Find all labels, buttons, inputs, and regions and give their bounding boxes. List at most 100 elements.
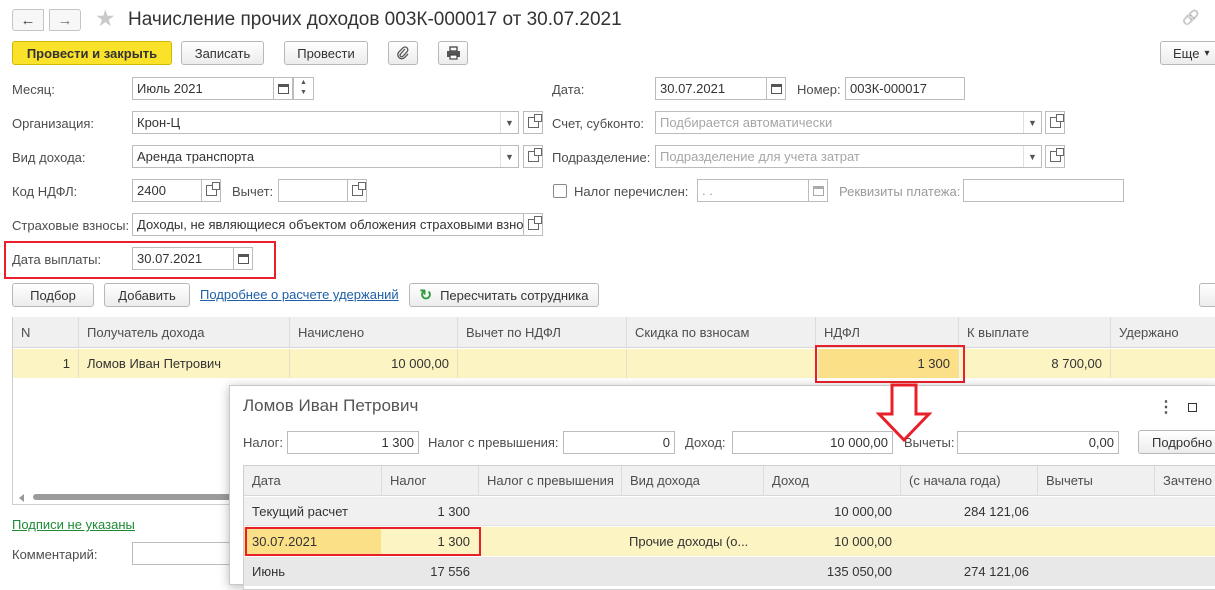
cell-date: Текущий расчет xyxy=(252,504,348,519)
payment-details-field[interactable] xyxy=(963,179,1124,202)
open-form-icon xyxy=(527,114,542,128)
printer-icon xyxy=(446,46,460,60)
organization-dropdown-icon[interactable]: ▼ xyxy=(500,112,518,133)
table-row[interactable]: Текущий расчет 1 300 10 000,00 284 121,0… xyxy=(244,497,1215,526)
tax-paid-checkbox[interactable] xyxy=(553,184,567,198)
popup-deductions-field[interactable]: 0,00 xyxy=(957,431,1119,454)
income-type-open-button[interactable] xyxy=(523,145,543,168)
table-row[interactable]: Июнь 17 556 135 050,00 274 121,06 xyxy=(244,557,1215,586)
scrollbar-left-arrow[interactable] xyxy=(19,494,24,502)
subdivision-open-button[interactable] xyxy=(1045,145,1065,168)
grid-header: N Получатель дохода Начислено Вычет по Н… xyxy=(13,317,1215,348)
popup-menu-icon[interactable]: ⋮ xyxy=(1158,397,1174,417)
insurance-open-button[interactable] xyxy=(523,213,543,236)
cell-excess xyxy=(478,527,621,556)
date-calendar-button[interactable] xyxy=(766,77,786,100)
insurance-label: Страховые взносы: xyxy=(12,218,130,233)
tax-paid-date-field[interactable]: . . xyxy=(697,179,809,202)
recalculate-label: Пересчитать сотрудника xyxy=(440,287,589,303)
post-and-close-button[interactable]: Провести и закрыть xyxy=(12,41,172,65)
popup-col-ytd[interactable]: (с начала года) xyxy=(900,466,1037,496)
right-edge-button[interactable] xyxy=(1199,283,1215,307)
month-stepper[interactable]: ▲ ▼ xyxy=(293,77,314,100)
popup-col-tax[interactable]: Налог xyxy=(381,466,478,496)
date-field[interactable]: 30.07.2021 xyxy=(655,77,767,100)
col-n[interactable]: N xyxy=(13,317,78,348)
income-type-field[interactable]: Аренда транспорта xyxy=(132,145,519,168)
account-dropdown-icon[interactable]: ▼ xyxy=(1023,112,1041,133)
down-arrow-annotation-icon xyxy=(876,383,932,443)
col-deduction[interactable]: Вычет по НДФЛ xyxy=(457,317,626,348)
popup-col-deductions[interactable]: Вычеты xyxy=(1037,466,1154,496)
popup-col-excess[interactable]: Налог с превышения xyxy=(478,466,621,496)
popup-col-date[interactable]: Дата xyxy=(244,466,381,496)
calendar-icon xyxy=(277,83,289,94)
signatures-link[interactable]: Подписи не указаны xyxy=(12,517,135,532)
col-ndfl[interactable]: НДФЛ xyxy=(815,317,958,348)
ndfl-code-label: Код НДФЛ: xyxy=(12,184,78,199)
popup-col-income[interactable]: Доход xyxy=(763,466,900,496)
cell-ytd xyxy=(900,527,1037,556)
subdivision-dropdown-icon[interactable]: ▼ xyxy=(1023,146,1041,167)
account-open-button[interactable] xyxy=(1045,111,1065,134)
calendar-icon xyxy=(770,83,782,94)
subdivision-field[interactable]: Подразделение для учета затрат xyxy=(655,145,1042,168)
tax-paid-calendar-button[interactable] xyxy=(808,179,828,202)
popup-excess-field[interactable]: 0 xyxy=(563,431,675,454)
deduction-open-button[interactable] xyxy=(347,179,367,202)
organization-field[interactable]: Крон-Ц xyxy=(132,111,519,134)
forward-button[interactable]: → xyxy=(49,9,81,31)
chevron-down-icon: ▾ xyxy=(1204,47,1210,59)
popup-income-field[interactable]: 10 000,00 xyxy=(732,431,893,454)
scrollbar-thumb[interactable] xyxy=(33,494,245,500)
insurance-field[interactable]: Доходы, не являющиеся объектом обложения… xyxy=(132,213,524,236)
refresh-icon: ↻ xyxy=(419,287,433,304)
cell-credited xyxy=(1154,497,1215,526)
attach-button[interactable] xyxy=(388,41,418,65)
favorite-star-icon[interactable]: ★ xyxy=(95,5,116,31)
comment-field[interactable] xyxy=(132,542,232,565)
ndfl-code-open-button[interactable] xyxy=(201,179,221,202)
deduction-field[interactable] xyxy=(278,179,348,202)
stepper-down-icon[interactable]: ▼ xyxy=(294,88,313,98)
account-field[interactable]: Подбирается автоматически xyxy=(655,111,1042,134)
col-accrued[interactable]: Начислено xyxy=(289,317,457,348)
post-button[interactable]: Провести xyxy=(284,41,368,65)
cell-kind xyxy=(621,497,763,526)
col-to-pay[interactable]: К выплате xyxy=(958,317,1110,348)
add-button[interactable]: Добавить xyxy=(104,283,190,307)
recalculate-button[interactable]: ↻ Пересчитать сотрудника xyxy=(409,283,599,307)
cell-excess xyxy=(478,497,621,526)
grid-scrollbar[interactable] xyxy=(13,490,245,504)
popup-tax-field[interactable]: 1 300 xyxy=(287,431,419,454)
col-discount[interactable]: Скидка по взносам xyxy=(626,317,815,348)
stepper-up-icon[interactable]: ▲ xyxy=(294,78,313,88)
popup-title: Ломов Иван Петрович xyxy=(243,396,419,415)
organization-open-button[interactable] xyxy=(523,111,543,134)
col-withheld[interactable]: Удержано xyxy=(1110,317,1215,348)
popup-maximize-icon[interactable] xyxy=(1188,403,1197,412)
deduction-label: Вычет: xyxy=(232,184,274,199)
popup-col-kind[interactable]: Вид дохода xyxy=(621,466,763,496)
cell-tax: 1 300 xyxy=(437,504,470,519)
link-icon[interactable]: 🔗 xyxy=(1182,9,1199,26)
account-label: Счет, субконто: xyxy=(552,116,645,131)
select-button[interactable]: Подбор xyxy=(12,283,94,307)
back-button[interactable]: ← xyxy=(12,9,44,31)
popup-details-button[interactable]: Подробно xyxy=(1138,430,1215,454)
details-link[interactable]: Подробнее о расчете удержаний xyxy=(200,287,399,302)
month-field[interactable]: Июль 2021 xyxy=(132,77,274,100)
number-field[interactable]: 003К-000017 xyxy=(845,77,965,100)
popup-excess-label: Налог с превышения: xyxy=(428,435,559,450)
month-calendar-button[interactable] xyxy=(273,77,293,100)
payment-details-label: Реквизиты платежа: xyxy=(839,184,961,199)
table-row[interactable]: 1 Ломов Иван Петрович 10 000,00 1 300 8 … xyxy=(13,349,1215,378)
income-type-dropdown-icon[interactable]: ▼ xyxy=(500,146,518,167)
more-button[interactable]: Еще ▾ xyxy=(1160,41,1215,65)
print-button[interactable] xyxy=(438,41,468,65)
organization-label: Организация: xyxy=(12,116,95,131)
ndfl-code-field[interactable]: 2400 xyxy=(132,179,202,202)
col-recipient[interactable]: Получатель дохода xyxy=(78,317,289,348)
popup-col-credited[interactable]: Зачтено xyxy=(1154,466,1215,496)
save-button[interactable]: Записать xyxy=(181,41,264,65)
